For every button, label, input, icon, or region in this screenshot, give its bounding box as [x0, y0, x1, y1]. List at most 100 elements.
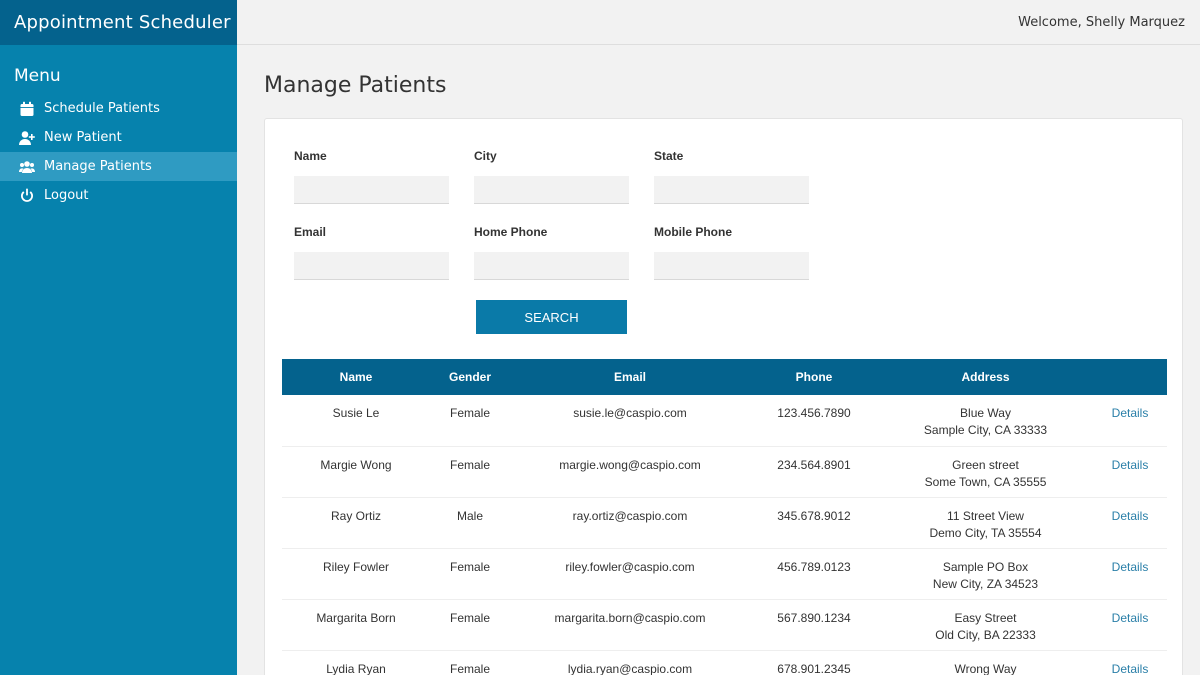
cell-phone: 234.564.8901 — [750, 446, 878, 498]
cell-details: Details — [1093, 497, 1167, 549]
cell-gender: Female — [430, 395, 510, 447]
cell-phone: 567.890.1234 — [750, 599, 878, 651]
cell-details: Details — [1093, 395, 1167, 447]
top-bar: Welcome, Shelly Marquez — [237, 0, 1200, 45]
city-label: City — [474, 149, 497, 163]
cell-details: Details — [1093, 446, 1167, 498]
address-line-1: Blue Way — [960, 406, 1011, 420]
sidebar-item-schedule-patients[interactable]: Schedule Patients — [0, 94, 237, 123]
address-line-1: Wrong Way — [954, 661, 1017, 675]
home-phone-field-group: Home Phone — [474, 225, 629, 280]
address-line-2: New City, ZA 34523 — [932, 576, 1039, 591]
details-link[interactable]: Details — [1112, 560, 1149, 574]
cell-gender: Female — [430, 650, 510, 675]
cell-address: Wrong Way — [878, 650, 1093, 675]
cell-address: 11 Street View Demo City, TA 35554 — [878, 497, 1093, 549]
details-link[interactable]: Details — [1112, 662, 1149, 675]
cell-name: Margarita Born — [282, 599, 430, 651]
cell-phone: 456.789.0123 — [750, 548, 878, 600]
name-field-group: Name — [294, 149, 449, 204]
cell-email: ray.ortiz@caspio.com — [510, 497, 750, 549]
cell-gender: Female — [430, 446, 510, 498]
table-row: Ray Ortiz Male ray.ortiz@caspio.com 345.… — [282, 497, 1167, 549]
page-title: Manage Patients — [264, 73, 447, 98]
details-link[interactable]: Details — [1112, 611, 1149, 625]
sidebar-item-logout[interactable]: Logout — [0, 181, 237, 210]
column-header-details — [1093, 359, 1167, 395]
cell-phone: 345.678.9012 — [750, 497, 878, 549]
table-row: Margarita Born Female margarita.born@cas… — [282, 599, 1167, 651]
name-input[interactable] — [294, 176, 449, 204]
city-field-group: City — [474, 149, 629, 204]
cell-email: lydia.ryan@caspio.com — [510, 650, 750, 675]
cell-address: Blue Way Sample City, CA 33333 — [878, 395, 1093, 447]
cell-name: Riley Fowler — [282, 548, 430, 600]
search-button[interactable]: Search — [476, 300, 627, 334]
sidebar: Appointment Scheduler Menu Schedule Pati… — [0, 0, 237, 675]
cell-name: Ray Ortiz — [282, 497, 430, 549]
details-link[interactable]: Details — [1112, 458, 1149, 472]
email-input[interactable] — [294, 252, 449, 280]
cell-name: Susie Le — [282, 395, 430, 447]
email-label: Email — [294, 225, 327, 239]
column-header-email[interactable]: Email — [510, 359, 750, 395]
welcome-message: Welcome, Shelly Marquez — [1018, 15, 1185, 30]
email-field-group: Email — [294, 225, 449, 280]
cell-address: Sample PO Box New City, ZA 34523 — [878, 548, 1093, 600]
address-line-1: 11 Street View — [947, 508, 1024, 523]
menu-title: Menu — [14, 66, 61, 86]
cell-gender: Female — [430, 548, 510, 600]
sidebar-item-label: New Patient — [44, 130, 122, 145]
cell-email: riley.fowler@caspio.com — [510, 548, 750, 600]
cell-address: Easy Street Old City, BA 22333 — [878, 599, 1093, 651]
patients-table: Name Gender Email Phone Address Susie Le… — [282, 359, 1167, 675]
table-header-row: Name Gender Email Phone Address — [282, 359, 1167, 395]
cell-phone: 123.456.7890 — [750, 395, 878, 447]
column-header-phone[interactable]: Phone — [750, 359, 878, 395]
sidebar-item-new-patient[interactable]: New Patient — [0, 123, 237, 152]
table-row: Margie Wong Female margie.wong@caspio.co… — [282, 446, 1167, 498]
users-icon — [18, 158, 36, 176]
power-icon — [18, 187, 36, 205]
address-line-1: Sample PO Box — [942, 559, 1029, 574]
cell-details: Details — [1093, 599, 1167, 651]
address-line-1: Easy Street — [954, 610, 1017, 625]
address-line-2: Old City, BA 22333 — [935, 627, 1036, 642]
cell-email: margarita.born@caspio.com — [510, 599, 750, 651]
table-row: Susie Le Female susie.le@caspio.com 123.… — [282, 395, 1167, 447]
cell-name: Lydia Ryan — [282, 650, 430, 675]
table-row: Riley Fowler Female riley.fowler@caspio.… — [282, 548, 1167, 600]
column-header-address[interactable]: Address — [878, 359, 1093, 395]
address-line-1: Green street — [952, 457, 1019, 472]
cell-address: Green street Some Town, CA 35555 — [878, 446, 1093, 498]
calendar-icon — [18, 100, 36, 118]
mobile-phone-field-group: Mobile Phone — [654, 225, 809, 280]
details-link[interactable]: Details — [1112, 509, 1149, 523]
sidebar-item-manage-patients[interactable]: Manage Patients — [0, 152, 237, 181]
cell-email: margie.wong@caspio.com — [510, 446, 750, 498]
state-input[interactable] — [654, 176, 809, 204]
cell-gender: Female — [430, 599, 510, 651]
sidebar-item-label: Schedule Patients — [44, 101, 160, 116]
cell-phone: 678.901.2345 — [750, 650, 878, 675]
menu-list: Schedule Patients New Patient Manage Pat… — [0, 94, 237, 210]
home-phone-input[interactable] — [474, 252, 629, 280]
mobile-phone-label: Mobile Phone — [654, 225, 732, 239]
home-phone-label: Home Phone — [474, 225, 548, 239]
address-line-2: Sample City, CA 33333 — [923, 423, 1048, 437]
sidebar-item-label: Logout — [44, 188, 89, 203]
user-plus-icon — [18, 129, 36, 147]
sidebar-item-label: Manage Patients — [44, 159, 152, 174]
cell-email: susie.le@caspio.com — [510, 395, 750, 447]
mobile-phone-input[interactable] — [654, 252, 809, 280]
cell-details: Details — [1093, 650, 1167, 675]
address-line-2: Some Town, CA 35555 — [924, 474, 1047, 489]
column-header-name[interactable]: Name — [282, 359, 430, 395]
cell-gender: Male — [430, 497, 510, 549]
city-input[interactable] — [474, 176, 629, 204]
column-header-gender[interactable]: Gender — [430, 359, 510, 395]
details-link[interactable]: Details — [1112, 406, 1149, 420]
address-line-2: Demo City, TA 35554 — [929, 525, 1042, 540]
name-label: Name — [294, 149, 327, 163]
state-field-group: State — [654, 149, 809, 204]
